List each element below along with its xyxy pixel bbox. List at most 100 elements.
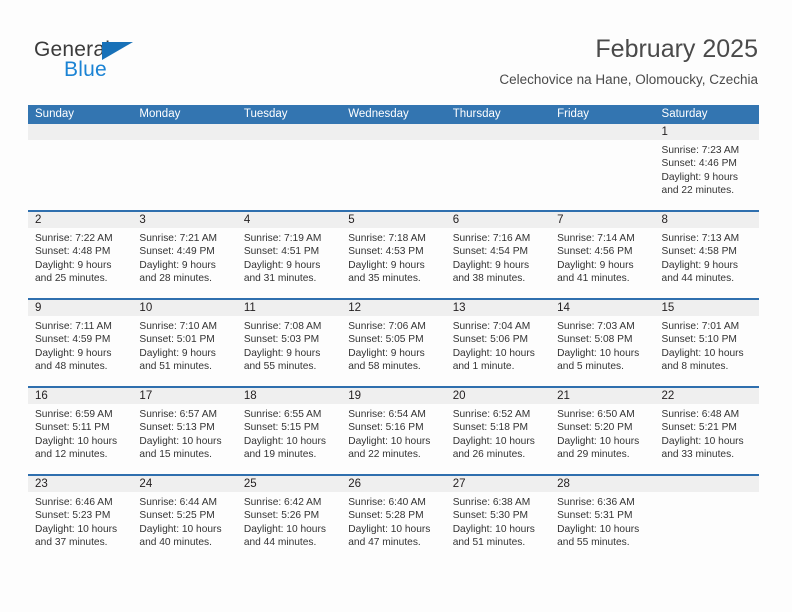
calendar-grid: Sunday Monday Tuesday Wednesday Thursday Frid… [28, 105, 759, 562]
day-cell-28[interactable]: 28 Sunrise: 6:36 AM Sunset: 5:31 PM Dayligh… [550, 476, 655, 562]
day-cell-6[interactable]: 6 Sunrise: 7:16 AM Sunset: 4:54 PM Daylight… [445, 212, 551, 298]
sunset-text: Sunset: 5:21 PM [661, 422, 737, 434]
day-cell-1[interactable]: 1 Sunrise: 7:23 AM Sunset: 4:46 PM Daylight… [654, 124, 759, 210]
day-number: 6 [445, 212, 551, 228]
sunset-text: Sunset: 5:18 PM [452, 422, 529, 434]
day-number: 12 [341, 300, 446, 316]
sunset-text: Sunset: 4:51 PM [243, 246, 320, 258]
daylight-text: Daylight: 10 hours [557, 435, 640, 447]
daylight-text-cont: and 38 minutes. [452, 273, 526, 285]
day-cell-3[interactable]: 3 Sunrise: 7:21 AM Sunset: 4:49 PM Daylight… [132, 212, 237, 298]
daylight-text: Daylight: 9 hours [661, 259, 738, 271]
day-cell-5[interactable]: 5 Sunrise: 7:18 AM Sunset: 4:53 PM Daylight… [341, 212, 446, 298]
day-cell-12[interactable]: 12 Sunrise: 7:06 AM Sunset: 5:05 PM Dayligh… [341, 300, 446, 386]
daylight-text-cont: and 48 minutes. [35, 361, 108, 373]
day-details [341, 140, 445, 144]
daylight-text-cont: and 5 minutes. [557, 361, 624, 373]
day-details: Sunrise: 7:19 AM Sunset: 4:51 PM Daylight:… [237, 228, 341, 286]
day-number [445, 124, 551, 140]
day-cell-19[interactable]: 19 Sunrise: 6:54 AM Sunset: 5:16 PM Dayligh… [341, 388, 446, 474]
day-cell-empty [132, 124, 237, 210]
day-cell-2[interactable]: 2 Sunrise: 7:22 AM Sunset: 4:48 PM Daylight… [28, 212, 133, 298]
daylight-text: Daylight: 9 hours [243, 259, 321, 271]
daylight-text-cont: and 31 minutes. [243, 273, 317, 285]
sunrise-text: Sunrise: 6:36 AM [557, 497, 635, 508]
day-cell-24[interactable]: 24 Sunrise: 6:44 AM Sunset: 5:25 PM Dayligh… [132, 476, 237, 562]
day-cell-21[interactable]: 21 Sunrise: 6:50 AM Sunset: 5:20 PM Dayligh… [550, 388, 655, 474]
day-cell-17[interactable]: 17 Sunrise: 6:57 AM Sunset: 5:13 PM Dayligh… [132, 388, 237, 474]
daylight-text: Daylight: 10 hours [243, 523, 326, 535]
general-blue-logo[interactable]: General Blue [34, 38, 234, 90]
daylight-text-cont: and 41 minutes. [557, 273, 630, 285]
day-cell-25[interactable]: 25 Sunrise: 6:42 AM Sunset: 5:26 PM Dayligh… [236, 476, 342, 562]
sunset-text: Sunset: 5:15 PM [243, 422, 320, 434]
day-cell-14[interactable]: 14 Sunrise: 7:03 AM Sunset: 5:08 PM Dayligh… [550, 300, 655, 386]
daylight-text: Daylight: 10 hours [661, 347, 744, 359]
day-details: Sunrise: 6:42 AM Sunset: 5:26 PM Daylight:… [237, 492, 341, 550]
day-number: 16 [28, 388, 133, 404]
sunrise-text: Sunrise: 7:10 AM [139, 321, 218, 332]
daylight-text: Daylight: 9 hours [348, 347, 425, 359]
weekday-header-monday: Monday [139, 108, 181, 120]
sunrise-text: Sunrise: 6:50 AM [557, 409, 635, 420]
day-cell-22[interactable]: 22 Sunrise: 6:48 AM Sunset: 5:21 PM Dayligh… [654, 388, 759, 474]
sunset-text: Sunset: 5:13 PM [139, 422, 215, 434]
day-number: 28 [550, 476, 655, 492]
daylight-text-cont: and 44 minutes. [661, 273, 735, 285]
daylight-text-cont: and 51 minutes. [452, 537, 526, 549]
weekday-header-saturday: Saturday [661, 108, 708, 120]
day-details: Sunrise: 6:57 AM Sunset: 5:13 PM Daylight:… [132, 404, 236, 462]
day-cell-8[interactable]: 8 Sunrise: 7:13 AM Sunset: 4:58 PM Daylight… [654, 212, 759, 298]
sunrise-text: Sunrise: 6:42 AM [243, 497, 322, 508]
daylight-text-cont: and 58 minutes. [348, 361, 421, 373]
day-cell-11[interactable]: 11 Sunrise: 7:08 AM Sunset: 5:03 PM Dayligh… [236, 300, 342, 386]
day-number: 3 [132, 212, 237, 228]
day-cell-9[interactable]: 9 Sunrise: 7:11 AM Sunset: 4:59 PM Daylight… [28, 300, 133, 386]
sunset-text: Sunset: 4:49 PM [139, 246, 215, 258]
daylight-text: Daylight: 9 hours [35, 347, 112, 359]
sunset-text: Sunset: 5:25 PM [139, 510, 215, 522]
day-cell-10[interactable]: 10 Sunrise: 7:10 AM Sunset: 5:01 PM Dayligh… [132, 300, 237, 386]
day-details [237, 140, 341, 144]
calendar-week-row: 2 Sunrise: 7:22 AM Sunset: 4:48 PM Daylight… [28, 210, 759, 298]
day-details: Sunrise: 7:14 AM Sunset: 4:56 PM Daylight:… [550, 228, 654, 286]
sunset-text: Sunset: 5:03 PM [243, 334, 320, 346]
daylight-text: Daylight: 10 hours [557, 347, 640, 359]
day-cell-23[interactable]: 23 Sunrise: 6:46 AM Sunset: 5:23 PM Dayligh… [28, 476, 133, 562]
day-number [550, 124, 655, 140]
day-cell-18[interactable]: 18 Sunrise: 6:55 AM Sunset: 5:15 PM Dayligh… [236, 388, 342, 474]
sunset-text: Sunset: 4:46 PM [661, 158, 737, 170]
day-details: Sunrise: 7:10 AM Sunset: 5:01 PM Daylight:… [132, 316, 236, 374]
daylight-text-cont: and 47 minutes. [348, 537, 421, 549]
weekday-header-sunday: Sunday [35, 108, 75, 120]
day-details: Sunrise: 7:03 AM Sunset: 5:08 PM Daylight:… [550, 316, 654, 374]
sunrise-text: Sunrise: 7:22 AM [35, 233, 113, 244]
sunrise-text: Sunrise: 6:46 AM [35, 497, 113, 508]
daylight-text-cont: and 28 minutes. [139, 273, 212, 285]
daylight-text: Daylight: 10 hours [35, 523, 118, 535]
day-details: Sunrise: 6:48 AM Sunset: 5:21 PM Daylight:… [655, 404, 759, 462]
sunrise-text: Sunrise: 6:54 AM [348, 409, 426, 420]
day-cell-20[interactable]: 20 Sunrise: 6:52 AM Sunset: 5:18 PM Dayligh… [445, 388, 551, 474]
day-number: 19 [341, 388, 446, 404]
day-details [28, 140, 132, 144]
sunrise-text: Sunrise: 7:14 AM [557, 233, 635, 244]
page-title: February 2025 [595, 35, 758, 63]
day-cell-empty [550, 124, 655, 210]
day-cell-13[interactable]: 13 Sunrise: 7:04 AM Sunset: 5:06 PM Dayligh… [445, 300, 551, 386]
day-details: Sunrise: 7:21 AM Sunset: 4:49 PM Daylight:… [132, 228, 236, 286]
sunrise-text: Sunrise: 6:40 AM [348, 497, 426, 508]
day-cell-27[interactable]: 27 Sunrise: 6:38 AM Sunset: 5:30 PM Dayligh… [445, 476, 551, 562]
day-cell-7[interactable]: 7 Sunrise: 7:14 AM Sunset: 4:56 PM Daylight… [550, 212, 655, 298]
day-cell-16[interactable]: 16 Sunrise: 6:59 AM Sunset: 5:11 PM Dayligh… [28, 388, 133, 474]
day-details: Sunrise: 7:22 AM Sunset: 4:48 PM Daylight:… [28, 228, 132, 286]
day-cell-empty [236, 124, 342, 210]
sunset-text: Sunset: 5:01 PM [139, 334, 215, 346]
day-details: Sunrise: 6:54 AM Sunset: 5:16 PM Daylight:… [341, 404, 445, 462]
day-number: 14 [550, 300, 655, 316]
sunrise-text: Sunrise: 7:16 AM [452, 233, 531, 244]
day-cell-26[interactable]: 26 Sunrise: 6:40 AM Sunset: 5:28 PM Dayligh… [341, 476, 446, 562]
day-cell-15[interactable]: 15 Sunrise: 7:01 AM Sunset: 5:10 PM Dayligh… [654, 300, 759, 386]
day-cell-4[interactable]: 4 Sunrise: 7:19 AM Sunset: 4:51 PM Daylight… [236, 212, 342, 298]
day-details: Sunrise: 7:06 AM Sunset: 5:05 PM Daylight:… [341, 316, 445, 374]
